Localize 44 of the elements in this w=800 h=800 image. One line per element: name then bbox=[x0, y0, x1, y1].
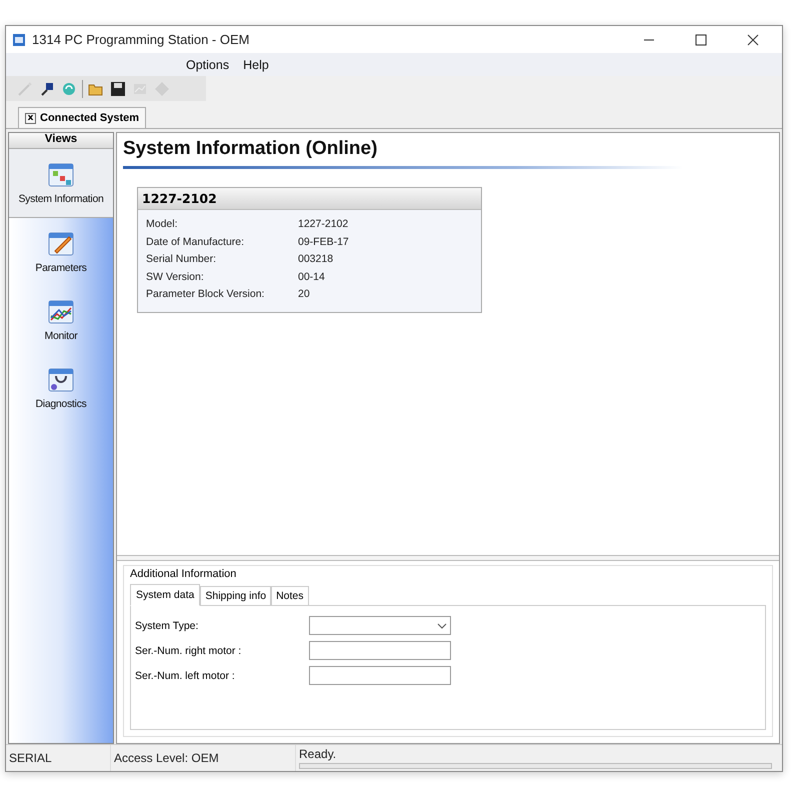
input-field[interactable] bbox=[309, 666, 451, 685]
info-label: Model: bbox=[146, 217, 179, 232]
sidebar-item[interactable]: Parameters bbox=[9, 218, 113, 286]
card-title: 1227-2102 bbox=[138, 188, 481, 210]
info-label: Serial Number: bbox=[146, 252, 218, 267]
group-title: Additional Information bbox=[130, 568, 238, 580]
info-value: 09-FEB-17 bbox=[298, 234, 350, 250]
menu-item[interactable]: Help bbox=[243, 58, 269, 72]
sidebar-item[interactable]: Diagnostics bbox=[9, 354, 113, 422]
window-title: 1314 PC Programming Station - OEM bbox=[32, 32, 250, 47]
info-label: Date of Manufacture: bbox=[146, 234, 246, 250]
sidebar-item[interactable]: Monitor bbox=[9, 286, 113, 354]
tab[interactable]: System data bbox=[130, 584, 200, 606]
close-icon bbox=[747, 34, 759, 46]
info-value: 003218 bbox=[298, 252, 334, 267]
info-label: SW Version: bbox=[146, 270, 205, 284]
dropdown-field[interactable] bbox=[309, 616, 451, 635]
document-tab[interactable]: x Connected System bbox=[18, 107, 146, 128]
chevron-down-icon bbox=[437, 622, 447, 628]
sidebar-item[interactable]: System Information bbox=[9, 149, 113, 218]
info-value: 00-14 bbox=[298, 270, 326, 284]
field-label: Ser.-Num. left motor : bbox=[135, 670, 236, 682]
info-label: Parameter Block Version: bbox=[146, 287, 266, 302]
save-icon[interactable] bbox=[109, 80, 127, 98]
maximize-icon bbox=[695, 34, 707, 46]
input-field[interactable] bbox=[309, 641, 451, 660]
page-title: System Information (Online) bbox=[123, 138, 378, 160]
field-label: Ser.-Num. right motor : bbox=[135, 644, 242, 656]
menu-item[interactable]: Options bbox=[186, 58, 230, 72]
status-text: Ready. bbox=[299, 747, 338, 761]
access-level: Access Level: OEM bbox=[114, 751, 219, 765]
info-value: 20 bbox=[298, 287, 311, 302]
tab-close-button[interactable]: x bbox=[25, 112, 36, 124]
pencil-window-icon bbox=[47, 230, 75, 258]
tab-label: Connected System bbox=[40, 112, 140, 124]
field-label: System Type: bbox=[135, 620, 200, 632]
port-status: SERIAL bbox=[9, 751, 52, 765]
app-icon bbox=[12, 32, 26, 46]
tree-window-icon bbox=[47, 161, 75, 189]
tab[interactable]: Notes bbox=[271, 586, 309, 606]
line-chart-icon bbox=[47, 298, 75, 326]
sidebar-header: Views bbox=[9, 133, 113, 149]
tab[interactable]: Shipping info bbox=[200, 586, 272, 606]
info-value: 1227-2102 bbox=[298, 217, 350, 232]
